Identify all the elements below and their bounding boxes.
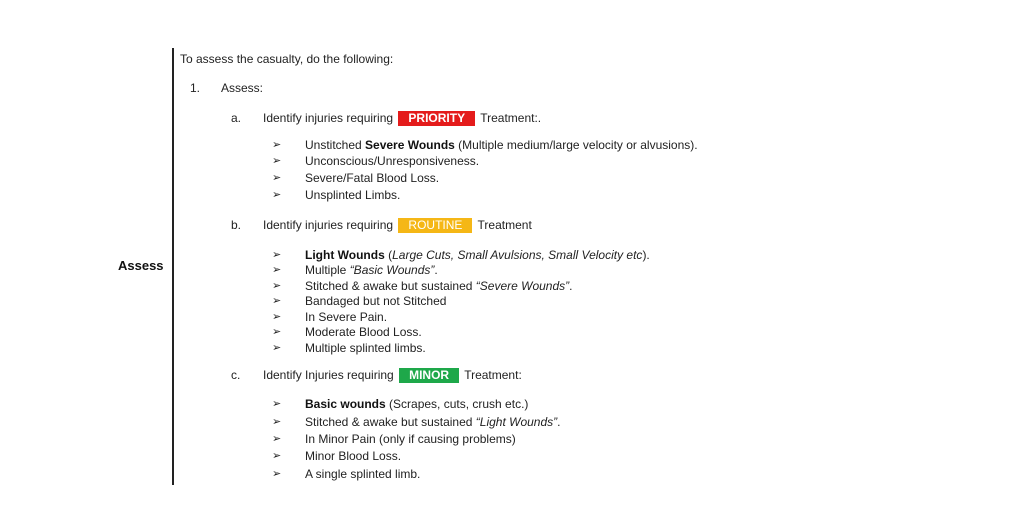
section-a-suffix: Treatment:. [480,111,542,125]
section-b-suffix: Treatment [477,218,532,232]
bullet-icon: ➢ [272,172,282,184]
list-item: Basic wounds (Scrapes, cuts, crush etc.) [305,397,529,411]
bullet-icon: ➢ [272,249,282,261]
list-item: Minor Blood Loss. [305,449,402,463]
priority-badge: PRIORITY [398,111,476,126]
list-item: Light Wounds (Large Cuts, Small Avulsion… [305,248,650,262]
section-a-heading: Identify injuries requiring PRIORITY Tre… [263,111,541,126]
section-b-prefix: Identify injuries requiring [263,218,394,232]
list-item: Unconscious/Unresponsiveness. [305,154,480,168]
section-c-suffix: Treatment: [464,368,522,382]
step-label: Assess: [221,81,264,95]
bullet-icon: ➢ [272,264,282,276]
bullet-icon: ➢ [272,326,282,338]
section-c-letter: c. [231,368,241,382]
list-item: In Severe Pain. [305,310,388,324]
section-a-prefix: Identify injuries requiring [263,111,394,125]
minor-badge: MINOR [399,368,460,383]
list-item: Unsplinted Limbs. [305,188,401,202]
list-item: Multiple splinted limbs. [305,341,426,355]
section-b-heading: Identify injuries requiring ROUTINE Trea… [263,218,532,233]
bullet-icon: ➢ [272,416,282,428]
intro-text: To assess the casualty, do the following… [180,52,394,66]
bullet-icon: ➢ [272,311,282,323]
section-b-letter: b. [231,218,242,232]
section-a-letter: a. [231,111,242,125]
list-item: In Minor Pain (only if causing problems) [305,432,516,446]
list-item: Stitched & awake but sustained “Severe W… [305,279,573,293]
bullet-icon: ➢ [272,139,282,151]
list-item: Unstitched Severe Wounds (Multiple mediu… [305,138,698,152]
list-item: Severe/Fatal Blood Loss. [305,171,440,185]
bullet-icon: ➢ [272,468,282,480]
step-number: 1. [190,81,201,95]
list-item: Multiple “Basic Wounds”. [305,263,438,277]
vertical-rule [172,48,174,485]
bullet-icon: ➢ [272,398,282,410]
list-item: A single splinted limb. [305,467,421,481]
bullet-icon: ➢ [272,433,282,445]
bullet-icon: ➢ [272,342,282,354]
bullet-icon: ➢ [272,280,282,292]
section-c-prefix: Identify Injuries requiring [263,368,394,382]
bullet-icon: ➢ [272,295,282,307]
bullet-icon: ➢ [272,155,282,167]
routine-badge: ROUTINE [398,218,473,233]
list-item: Stitched & awake but sustained “Light Wo… [305,415,561,429]
bullet-icon: ➢ [272,450,282,462]
section-c-heading: Identify Injuries requiring MINOR Treatm… [263,368,522,383]
bullet-icon: ➢ [272,189,282,201]
side-label: Assess [118,258,164,273]
list-item: Bandaged but not Stitched [305,294,447,308]
list-item: Moderate Blood Loss. [305,325,422,339]
